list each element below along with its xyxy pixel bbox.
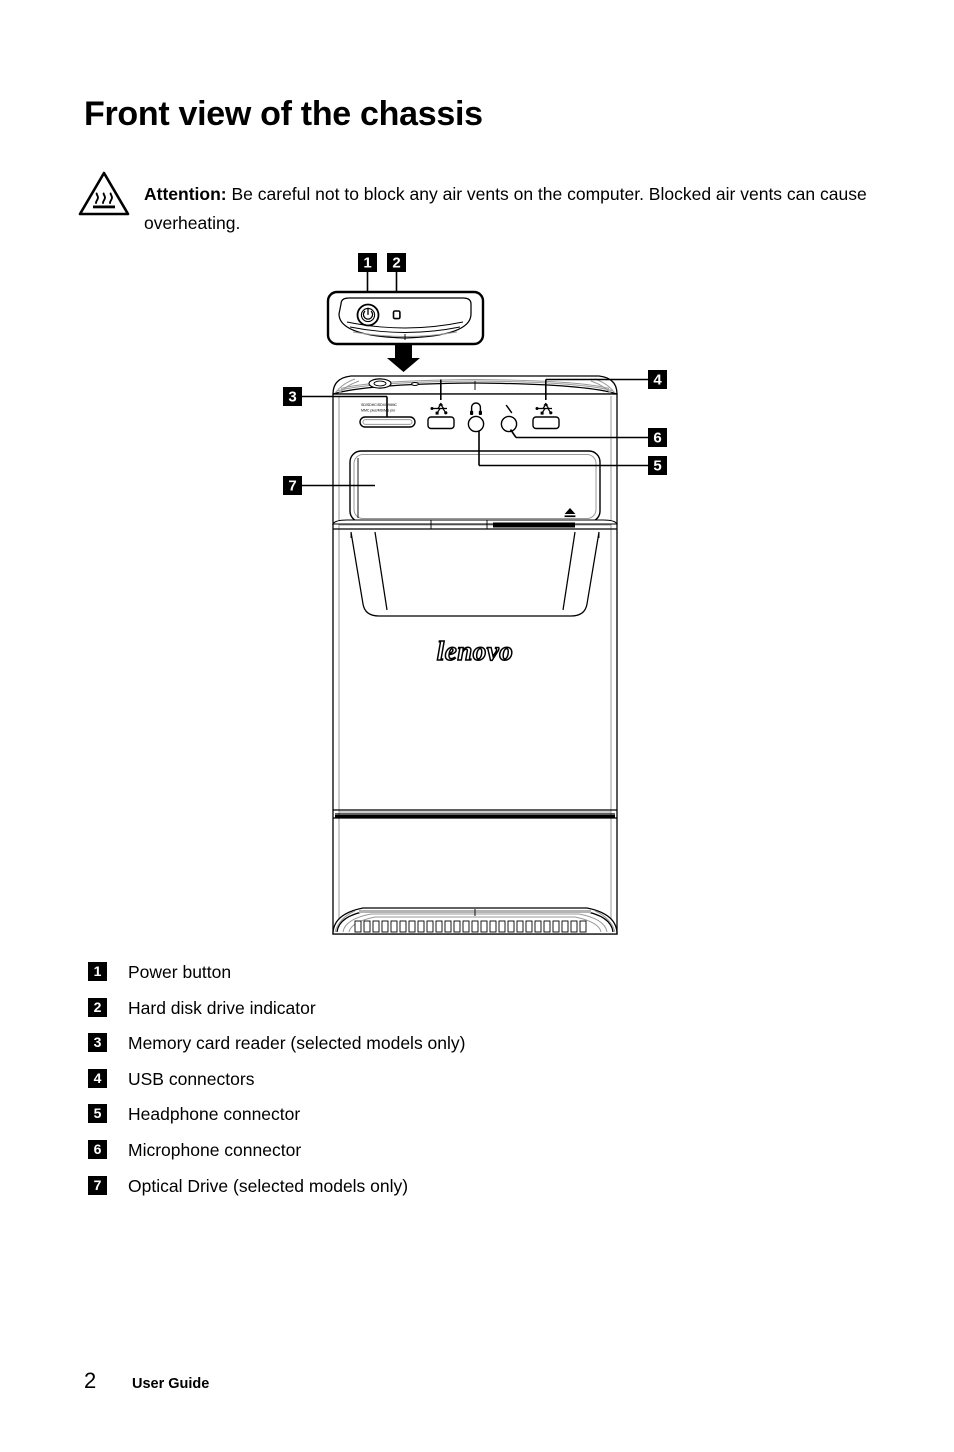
optical-drive[interactable] [349,450,601,523]
chassis-top-power-button[interactable] [368,378,392,389]
legend-badge-6: 6 [88,1139,107,1159]
callout-badge-4: 4 [648,370,667,389]
bottom-air-vent [332,907,618,935]
list-item: 5 Headphone connector [88,1100,788,1136]
list-item: 7 Optical Drive (selected models only) [88,1172,788,1208]
list-item: 2 Hard disk drive indicator [88,994,788,1030]
legend-label-5: Headphone connector [128,1104,301,1125]
legend-badge-5: 5 [88,1104,107,1124]
lenovo-logo-text: lenovo [437,636,514,666]
callout-badge-3: 3 [283,387,302,406]
front-view-of-chassis-diagram: .ln { fill:none; stroke:#000; stroke-wid… [255,248,695,948]
callout-badge-7-number: 7 [288,478,296,495]
list-item: 6 Microphone connector [88,1136,788,1172]
legend-badge-4: 4 [88,1068,107,1088]
callout-badge-2: 2 [387,253,406,272]
hard-disk-drive-indicator [392,310,401,320]
legend-badge-2: 2 [88,997,107,1017]
legend-label-3: Memory card reader (selected models only… [128,1033,466,1054]
callout-badge-1: 1 [358,253,377,272]
footer-document-name: User Guide [132,1376,210,1392]
callout-badge-6-number: 6 [653,430,661,447]
callout-badge-4-number: 4 [653,372,662,389]
memory-card-reader[interactable] [359,416,416,428]
callout-badge-1-number: 1 [363,255,371,272]
chassis-top-hdd-indicator [411,382,419,386]
callout-badge-7: 7 [283,476,302,495]
card-reader-label-line2: MMC plus/MS/MS pro [361,409,395,413]
legend-label-1: Power button [128,962,232,982]
callout-legend-list: 1 Power button 2 Hard disk drive indicat… [88,958,788,1207]
callout-badge-5: 5 [648,456,667,475]
list-item: 3 Memory card reader (selected models on… [88,1029,788,1065]
attention-text: Attention: Be careful not to block any a… [144,180,870,238]
legend-badge-7: 7 [88,1175,107,1195]
attention-lead: Attention: [144,184,227,204]
chassis-body: SD/SDHC/SDXC/MMC MMC plus/MS/MS pro leno… [332,375,618,935]
page-title: Front view of the chassis [84,95,483,133]
list-item: 4 USB connectors [88,1065,788,1101]
callout-badge-5-number: 5 [653,458,661,475]
callout-badge-6: 6 [648,428,667,447]
callout-badge-2-number: 2 [392,255,400,272]
card-reader-label-line1: SD/SDHC/SDXC/MMC [361,403,397,407]
legend-label-4: USB connectors [128,1068,255,1089]
callout-badge-3-number: 3 [288,389,296,406]
power-button[interactable] [356,303,380,327]
legend-badge-3: 3 [88,1033,107,1053]
page-footer: 2 User Guide [84,1368,584,1398]
attention-body: Be careful not to block any air vents on… [144,184,867,233]
lenovo-logo: lenovo [436,635,514,667]
legend-label-7: Optical Drive (selected models only) [128,1175,409,1196]
list-item: 1 Power button [88,958,788,994]
legend-label-2: Hard disk drive indicator [128,997,316,1018]
inset-pointer-arrow [387,344,420,372]
power-area-inset [326,290,485,372]
hot-surface-warning-icon [78,170,130,216]
legend-label-6: Microphone connector [128,1139,302,1160]
legend-badge-1: 1 [88,962,107,981]
footer-page-number: 2 [84,1368,97,1393]
